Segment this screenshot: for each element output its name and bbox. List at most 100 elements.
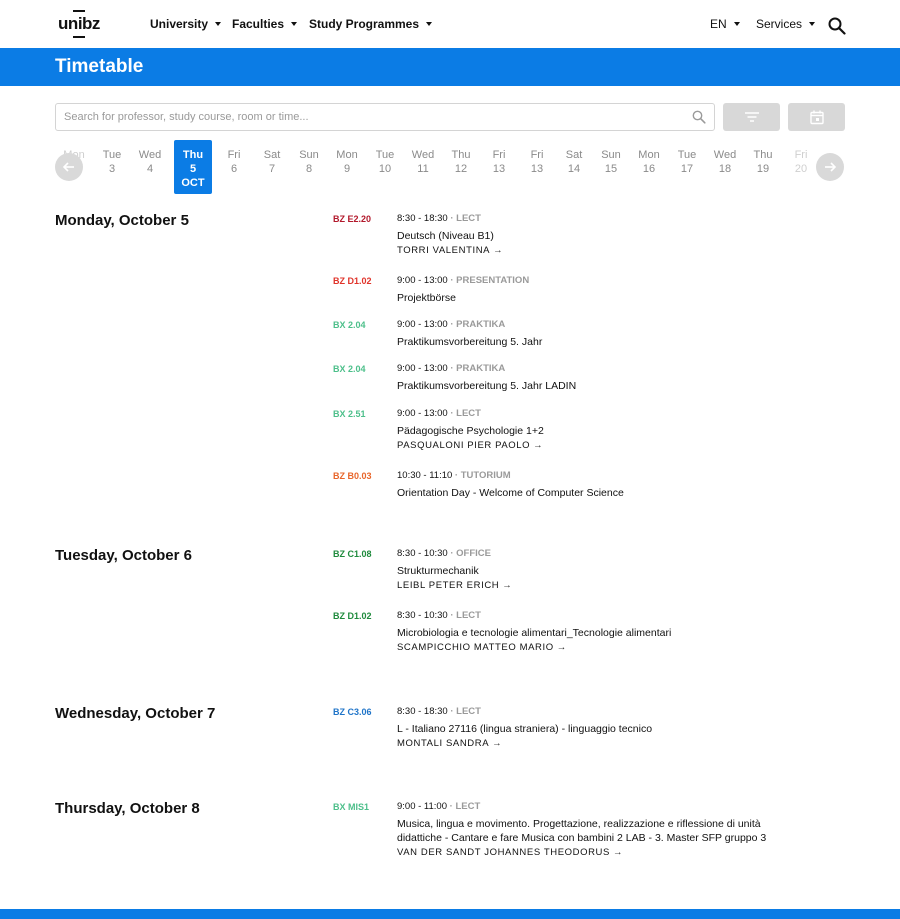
event-professor-link[interactable]: TORRI VALENTINA → — [397, 245, 503, 257]
event-professor-link[interactable]: VAN DER SANDT JOHANNES THEODORUS → — [397, 847, 622, 859]
nav-study-programmes[interactable]: Study Programmes — [309, 17, 433, 31]
date-number: 18 — [718, 163, 732, 175]
date-item[interactable]: Sun 8 — [290, 148, 328, 176]
event-time-range: 8:30 - 10:30 — [397, 610, 448, 621]
date-item[interactable]: Fri 13 — [480, 148, 518, 176]
date-number: 4 — [146, 163, 154, 175]
event-separator: · — [447, 408, 457, 419]
day-heading: Wednesday, October 7 — [55, 705, 216, 722]
nav-study-programmes-label: Study Programmes — [309, 17, 420, 31]
event-type: OFFICE — [456, 548, 492, 559]
date-item[interactable]: Mon 9 — [328, 148, 366, 176]
date-weekday: Fri — [227, 149, 241, 161]
event-room[interactable]: BZ B0.03 — [333, 470, 372, 482]
page-title: Timetable — [55, 56, 144, 77]
event-time-range: 9:00 - 13:00 — [397, 363, 448, 374]
date-item[interactable]: Fri 20 — [782, 148, 820, 176]
date-item[interactable]: Thu 19 — [744, 148, 782, 176]
date-item[interactable]: Sun 15 — [592, 148, 630, 176]
event-room[interactable]: BX 2.51 — [333, 408, 366, 420]
date-weekday: Sat — [565, 149, 583, 161]
date-weekday: Sat — [263, 149, 281, 161]
date-weekday: Fri — [530, 149, 544, 161]
date-item[interactable]: Tue 3 — [93, 148, 131, 176]
event-room[interactable]: BX 2.04 — [333, 363, 366, 375]
chevron-down-icon — [809, 22, 816, 26]
professor-name: TORRI VALENTINA — [397, 245, 491, 256]
date-item[interactable]: Tue 17 — [668, 148, 706, 176]
date-number: 13 — [492, 163, 506, 175]
nav-university-label: University — [150, 17, 209, 31]
event-time: 9:00 - 13:00 · PRAKTIKA — [397, 319, 505, 331]
event-type: PRAKTIKA — [456, 363, 506, 374]
date-number: 17 — [680, 163, 694, 175]
logo-bottom-bar — [58, 36, 100, 39]
event-title: L - Italiano 27116 (lingua straniera) - … — [397, 723, 653, 735]
event-room[interactable]: BZ C1.08 — [333, 548, 372, 560]
date-item[interactable]: Fri 6 — [215, 148, 253, 176]
event-title: Praktikumsvorbereitung 5. Jahr — [397, 336, 543, 348]
event-time-range: 9:00 - 13:00 — [397, 408, 448, 419]
event-time-range: 8:30 - 10:30 — [397, 548, 448, 559]
filter-icon — [745, 112, 759, 122]
date-item[interactable]: Mon 16 — [630, 148, 668, 176]
chevron-down-icon — [426, 22, 433, 26]
event-separator: · — [447, 610, 457, 621]
date-item[interactable]: Sat 7 — [253, 148, 291, 176]
event-professor-link[interactable]: LEIBL PETER ERICH → — [397, 580, 512, 592]
event-separator: · — [452, 470, 461, 481]
event-type: TUTORIUM — [460, 470, 511, 481]
event-time-range: 8:30 - 18:30 — [397, 213, 448, 224]
event-room[interactable]: BZ D1.02 — [333, 610, 372, 622]
date-number: 13 — [530, 163, 544, 175]
date-item[interactable]: Fri 13 — [518, 148, 556, 176]
event-room[interactable]: BZ D1.02 — [333, 275, 372, 287]
date-item[interactable]: Wed 11 — [404, 148, 442, 176]
search-field[interactable] — [55, 103, 715, 131]
event-title: Microbiologia e tecnologie alimentari_Te… — [397, 627, 672, 639]
search-icon[interactable] — [692, 110, 706, 124]
date-weekday: Mon — [638, 149, 660, 161]
event-time: 9:00 - 13:00 · LECT — [397, 408, 481, 420]
event-room[interactable]: BX MIS1 — [333, 801, 369, 813]
date-number: 3 — [108, 163, 116, 175]
date-item[interactable]: Sat 14 — [555, 148, 593, 176]
event-room[interactable]: BX 2.04 — [333, 319, 366, 331]
language-selector[interactable]: EN — [710, 17, 740, 31]
previous-dates-button[interactable] — [55, 153, 83, 181]
event-type: LECT — [455, 801, 481, 812]
day-heading: Monday, October 5 — [55, 212, 189, 229]
event-time-range: 8:30 - 18:30 — [397, 706, 448, 717]
date-item[interactable]: Wed 4 — [131, 148, 169, 176]
date-selected[interactable]: Thu 5 OCT — [174, 140, 212, 194]
event-type: PRESENTATION — [456, 275, 530, 286]
date-number: 16 — [642, 163, 656, 175]
event-professor-link[interactable]: MONTALI SANDRA → — [397, 738, 502, 750]
event-room[interactable]: BZ E2.20 — [333, 213, 371, 225]
professor-name: SCAMPICCHIO MATTEO MARIO — [397, 642, 554, 653]
date-item[interactable]: Thu 12 — [442, 148, 480, 176]
event-separator: · — [447, 275, 457, 286]
filter-button[interactable] — [723, 103, 780, 131]
event-room[interactable]: BZ C3.06 — [333, 706, 372, 718]
search-icon[interactable] — [828, 17, 846, 35]
calendar-button[interactable] — [788, 103, 845, 131]
unibz-logo[interactable]: unibz — [58, 8, 100, 40]
date-weekday: Wed — [411, 149, 435, 161]
event-separator: · — [447, 706, 457, 717]
search-input[interactable] — [64, 108, 674, 126]
date-item[interactable]: Wed 18 — [706, 148, 744, 176]
event-title: Deutsch (Niveau B1) — [397, 230, 494, 242]
event-professor-link[interactable]: SCAMPICCHIO MATTEO MARIO → — [397, 642, 566, 654]
nav-university[interactable]: University — [150, 17, 222, 31]
next-dates-button[interactable] — [816, 153, 844, 181]
date-number: 5 — [189, 163, 197, 175]
arrow-right-icon: → — [492, 738, 502, 749]
date-weekday: Thu — [451, 149, 471, 161]
date-number: 12 — [454, 163, 468, 175]
date-item[interactable]: Tue 10 — [366, 148, 404, 176]
nav-faculties[interactable]: Faculties — [232, 17, 298, 31]
services-menu[interactable]: Services — [756, 17, 816, 31]
event-professor-link[interactable]: PASQUALONI PIER PAOLO → — [397, 440, 543, 452]
date-weekday: Wed — [138, 149, 162, 161]
